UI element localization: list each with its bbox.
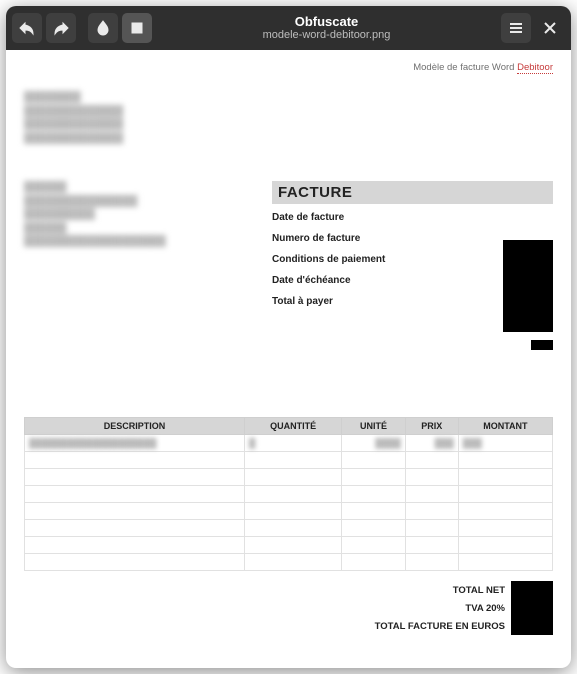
col-unit: UNITÉ [342, 418, 406, 435]
file-name: modele-word-debitoor.png [156, 29, 497, 41]
app-title: Obfuscate [156, 15, 497, 29]
rect-tool-button[interactable] [122, 13, 152, 43]
table-row [25, 486, 553, 503]
invoice-heading: FACTURE [272, 181, 553, 204]
redaction-grand-total [511, 617, 553, 635]
totals-block: TOTAL NET TVA 20% TOTAL FACTURE EN EUROS [24, 581, 553, 635]
close-button[interactable] [535, 13, 565, 43]
table-row [25, 520, 553, 537]
col-description: DESCRIPTION [25, 418, 245, 435]
menu-button[interactable] [501, 13, 531, 43]
undo-button[interactable] [12, 13, 42, 43]
line-items-table: DESCRIPTION QUANTITÉ UNITÉ PRIX MONTANT … [24, 417, 553, 571]
titlebar: Obfuscate modele-word-debitoor.png [6, 6, 571, 50]
redaction-block-small [531, 340, 553, 350]
client-block-obfuscated: ████████████████████████████████████████… [24, 181, 264, 249]
label-vat: TVA 20% [343, 603, 511, 614]
table-row [25, 537, 553, 554]
template-source-note: Modèle de facture Word Debitoor [24, 62, 553, 73]
table-row: ███████████████████████████████ [25, 435, 553, 452]
label-grand-total: TOTAL FACTURE EN EUROS [343, 621, 511, 632]
label-invoice-date: Date de facture [272, 212, 553, 223]
canvas[interactable]: Modèle de facture Word Debitoor ████████… [6, 50, 571, 668]
redaction-total-net [511, 581, 553, 599]
sender-block-obfuscated: ████████████████████████████████████████… [24, 91, 553, 145]
redaction-vat [511, 599, 553, 617]
label-total-net: TOTAL NET [343, 585, 511, 596]
table-row [25, 503, 553, 520]
redaction-block-large [503, 240, 553, 332]
col-amount: MONTANT [458, 418, 552, 435]
blur-tool-button[interactable] [88, 13, 118, 43]
col-quantity: QUANTITÉ [245, 418, 342, 435]
col-price: PRIX [405, 418, 458, 435]
app-window: Obfuscate modele-word-debitoor.png Modèl… [6, 6, 571, 668]
table-row [25, 452, 553, 469]
title-area: Obfuscate modele-word-debitoor.png [156, 15, 497, 41]
table-row [25, 469, 553, 486]
redo-button[interactable] [46, 13, 76, 43]
table-row [25, 554, 553, 571]
